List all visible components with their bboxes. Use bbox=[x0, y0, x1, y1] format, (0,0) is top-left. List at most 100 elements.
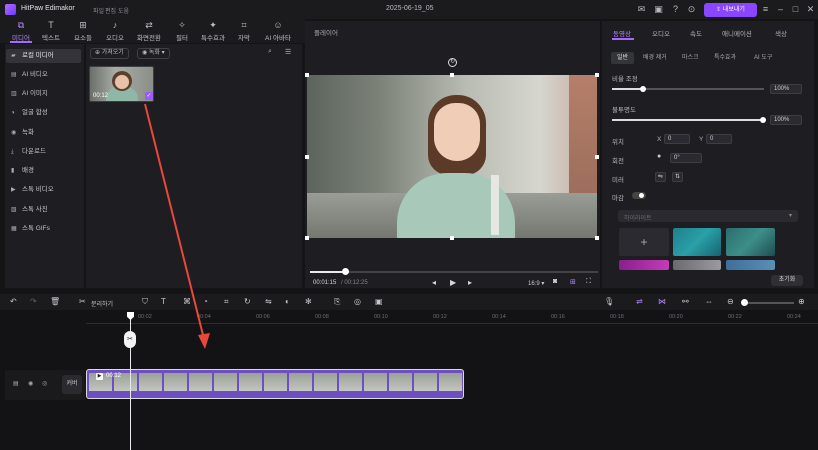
scale-slider-knob[interactable] bbox=[640, 86, 646, 92]
minimize-icon[interactable]: – bbox=[775, 4, 786, 15]
zoom-in-icon[interactable]: ⊕ bbox=[798, 297, 805, 306]
tool-subtitle[interactable]: ⌗ 자막 bbox=[226, 20, 262, 42]
help-icon[interactable]: ? bbox=[670, 4, 681, 15]
resize-handle[interactable] bbox=[595, 155, 599, 159]
split-icon[interactable]: ✂ bbox=[79, 297, 86, 306]
aspect-ratio-dropdown[interactable]: 16:9 ▾ bbox=[528, 280, 544, 287]
subtab-ai-tools[interactable]: AI 도구 bbox=[748, 52, 778, 64]
export-button[interactable]: ⇧ 내보내기 bbox=[704, 3, 757, 17]
sidebar-item-background[interactable]: ▮ 배경 bbox=[6, 164, 81, 178]
check-icon[interactable]: ✓ bbox=[145, 92, 153, 100]
fullscreen-icon[interactable]: ⛶ bbox=[586, 278, 591, 286]
reset-button[interactable]: 초기화 bbox=[771, 275, 803, 286]
zoom-out-icon[interactable]: ⊖ bbox=[727, 297, 734, 306]
mask-tile[interactable] bbox=[619, 260, 669, 270]
video-clip[interactable] bbox=[86, 369, 464, 399]
sidebar-item-record[interactable]: ◉ 녹화 bbox=[6, 126, 81, 140]
playback-progress-track[interactable] bbox=[310, 271, 598, 273]
record-dropdown[interactable]: ◉ 녹화 ▾ bbox=[137, 48, 170, 59]
resize-handle[interactable] bbox=[450, 73, 454, 77]
screen-icon[interactable]: ▣ bbox=[653, 4, 664, 15]
tab-animation[interactable]: 애니메이션 bbox=[722, 28, 752, 38]
prev-frame-icon[interactable]: ◂ bbox=[432, 278, 436, 287]
sidebar-item-face-swap[interactable]: ◑ 얼굴 합성 bbox=[6, 106, 81, 120]
track-video-icon[interactable]: ▤ bbox=[13, 380, 19, 387]
menu-icon[interactable]: ≡ bbox=[760, 4, 771, 15]
split-label[interactable]: 분리하기 bbox=[91, 299, 113, 308]
speed-icon[interactable]: ◔ bbox=[203, 297, 208, 306]
feedback-icon[interactable]: ✉ bbox=[636, 4, 647, 15]
rotate-input[interactable]: 0° bbox=[670, 153, 702, 163]
mirror-horizontal-icon[interactable]: ⇋ bbox=[655, 172, 666, 182]
position-y-input[interactable]: 0 bbox=[706, 134, 732, 144]
tool-transition[interactable]: ⇄ 화면전환 bbox=[131, 20, 167, 42]
delete-icon[interactable]: 🗑 bbox=[50, 297, 60, 306]
sidebar-item-download[interactable]: ⤓ 다운로드 bbox=[6, 145, 81, 159]
fit-icon[interactable]: ⇔ bbox=[705, 297, 713, 306]
timeline-ruler[interactable] bbox=[86, 310, 818, 324]
scissor-icon[interactable]: ✂ bbox=[124, 331, 136, 348]
sidebar-item-local-media[interactable]: ▰ 로컬 미디어 bbox=[6, 49, 81, 63]
redo-icon[interactable]: ↷ bbox=[30, 297, 37, 306]
crop-icon[interactable]: ⊞ bbox=[570, 278, 576, 286]
mask-tile[interactable] bbox=[726, 260, 775, 270]
menu-edit[interactable]: 편집 bbox=[105, 6, 116, 15]
view-toggle-icon[interactable]: ☰ bbox=[285, 48, 291, 56]
remove-bg-icon[interactable]: ⌘ bbox=[183, 297, 191, 306]
tab-audio[interactable]: 오디오 bbox=[652, 28, 670, 38]
sidebar-item-stock-video[interactable]: ▶ 스톡 비디오 bbox=[6, 183, 81, 197]
tool-audio[interactable]: ♪ 오디오 bbox=[97, 20, 133, 42]
chain-icon[interactable]: ⚯ bbox=[682, 297, 689, 306]
menu-file[interactable]: 파일 bbox=[93, 6, 104, 15]
tool-ai-avatar[interactable]: ☺ AI 아바타 bbox=[260, 20, 296, 42]
mask-toggle[interactable] bbox=[632, 192, 646, 199]
color-icon[interactable]: ◐ bbox=[285, 297, 290, 306]
menu-help[interactable]: 도움 bbox=[118, 6, 129, 15]
mask-tile[interactable] bbox=[726, 228, 775, 256]
marker-icon[interactable]: ◎ bbox=[354, 297, 361, 306]
tool-elements[interactable]: ⊞ 요소들 bbox=[65, 20, 101, 42]
resize-handle[interactable] bbox=[450, 236, 454, 240]
replace-icon[interactable]: ⎘ bbox=[334, 297, 340, 307]
crop-icon[interactable]: ⌗ bbox=[224, 297, 229, 307]
track-visible-icon[interactable]: ◎ bbox=[42, 380, 47, 387]
snapshot-icon[interactable]: ◙ bbox=[553, 278, 557, 285]
tab-speed[interactable]: 속도 bbox=[690, 28, 702, 38]
mask-tile[interactable] bbox=[673, 228, 721, 256]
rotate-handle-icon[interactable]: ↻ bbox=[448, 58, 457, 67]
tab-video[interactable]: 동영상 bbox=[613, 28, 631, 38]
mic-icon[interactable]: 🎙 bbox=[604, 297, 614, 306]
video-canvas[interactable] bbox=[307, 75, 597, 238]
maximize-icon[interactable]: □ bbox=[790, 4, 801, 15]
sidebar-item-stock-gifs[interactable]: ▦ 스톡 GIFs bbox=[6, 222, 81, 236]
tool-text[interactable]: T 텍스트 bbox=[33, 20, 69, 42]
shield-icon[interactable]: ⛉ bbox=[142, 297, 148, 307]
zoom-slider-knob[interactable] bbox=[741, 299, 748, 306]
mirror-vertical-icon[interactable]: ⇅ bbox=[672, 172, 683, 182]
sidebar-item-stock-photo[interactable]: ▧ 스톡 사진 bbox=[6, 203, 81, 217]
search-icon[interactable]: ⌕ bbox=[268, 48, 272, 56]
add-mask-icon[interactable]: + bbox=[619, 228, 669, 256]
opacity-input[interactable]: 100% bbox=[770, 115, 802, 125]
next-frame-icon[interactable]: ▸ bbox=[468, 278, 472, 287]
position-x-input[interactable]: 0 bbox=[664, 134, 690, 144]
resize-handle[interactable] bbox=[595, 73, 599, 77]
mirror-icon[interactable]: ⇋ bbox=[265, 297, 272, 306]
scale-input[interactable]: 100% bbox=[770, 84, 802, 94]
play-icon[interactable]: ▶ bbox=[450, 278, 456, 287]
media-thumbnail[interactable]: 00:12 ✓ bbox=[89, 66, 154, 102]
import-button[interactable]: ⊕ 가져오기 bbox=[90, 48, 129, 59]
mask-dropdown[interactable]: 하이라이트 ▾ bbox=[618, 210, 798, 222]
magnet-icon[interactable]: ⋈ bbox=[658, 297, 666, 306]
sidebar-item-ai-video[interactable]: ▤ AI 비디오 bbox=[6, 68, 81, 82]
subtab-general[interactable]: 일반 bbox=[611, 52, 635, 64]
cover-button[interactable]: 커버 bbox=[62, 375, 82, 394]
rotate-icon[interactable]: ● bbox=[657, 153, 661, 160]
resize-handle[interactable] bbox=[595, 236, 599, 240]
resize-handle[interactable] bbox=[305, 73, 309, 77]
text-icon[interactable]: T bbox=[161, 297, 166, 306]
subtab-mask[interactable]: 마스크 bbox=[676, 52, 705, 64]
link-icon[interactable]: ⇌ bbox=[636, 297, 643, 306]
mask-tile[interactable] bbox=[673, 260, 721, 270]
subtab-remove-bg[interactable]: 배경 제거 bbox=[637, 52, 673, 64]
